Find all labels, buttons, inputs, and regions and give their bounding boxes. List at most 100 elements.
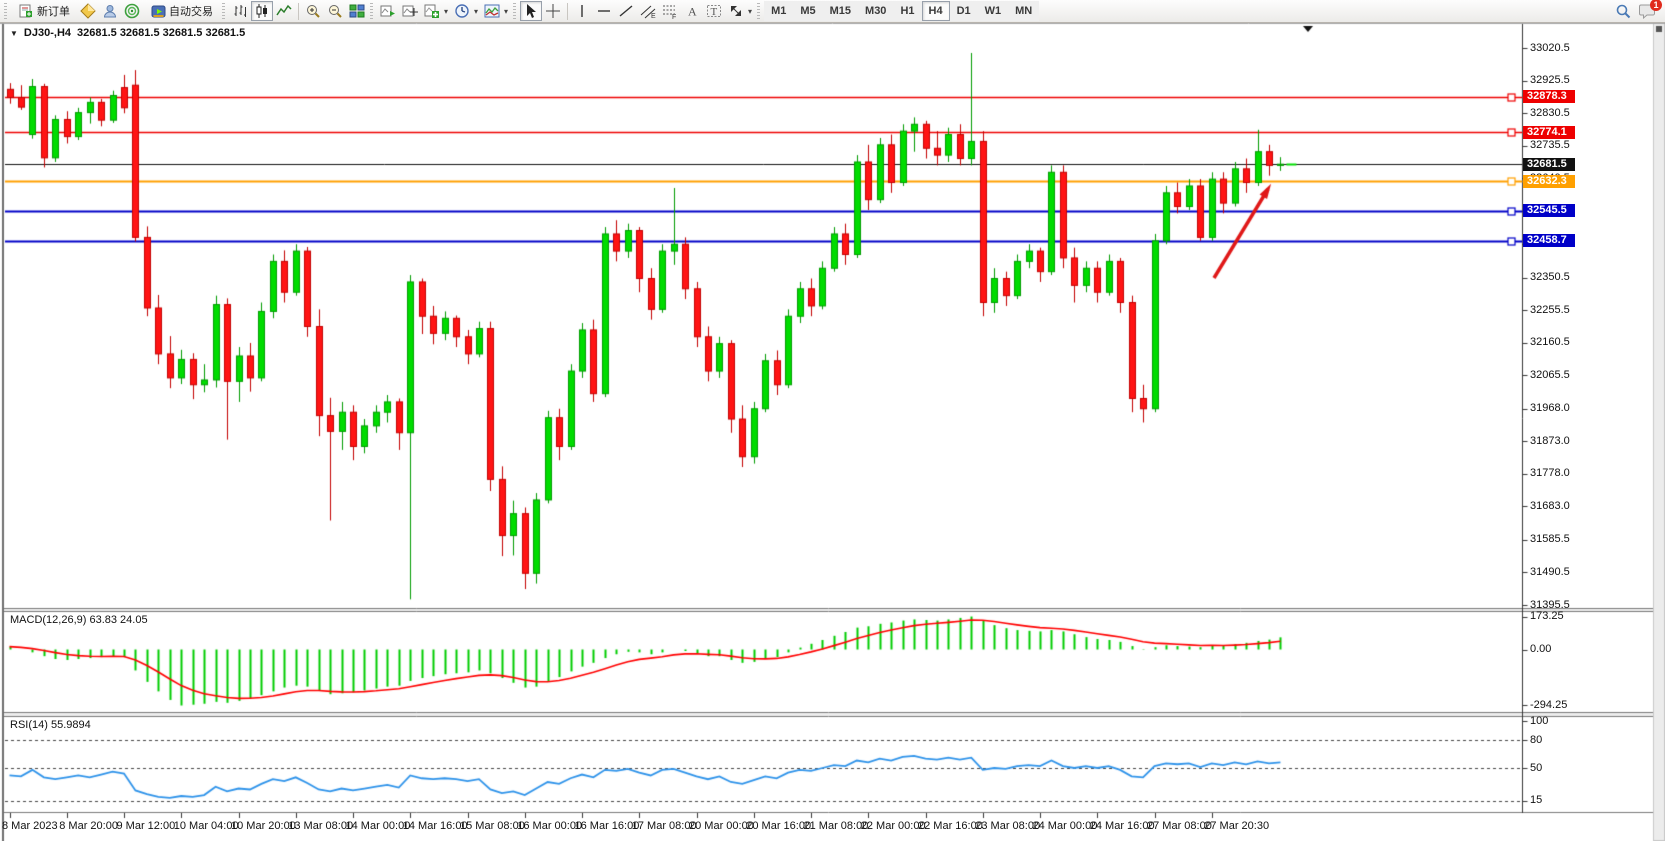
rsi-tick-label: 15: [1530, 794, 1542, 807]
chevron-down-icon: ▾: [444, 7, 448, 16]
auto-trading-label: 自动交易: [169, 3, 213, 19]
chevron-down-icon: ▾: [474, 7, 478, 16]
price-tick-label: 31968.0: [1530, 402, 1570, 415]
svg-text:E: E: [651, 13, 656, 19]
add-indicator-button[interactable]: ▾: [421, 1, 451, 21]
time-axis-label: 20 Mar 00:00: [689, 820, 754, 832]
search-icon[interactable]: [1615, 3, 1631, 19]
toolbar-separator: [567, 3, 568, 20]
toolbar-grip[interactable]: [370, 3, 373, 19]
svg-text:F: F: [672, 14, 676, 19]
chart-ohlc-quote: 32681.5 32681.5 32681.5 32681.5: [77, 27, 245, 39]
profile-icon: [102, 3, 118, 19]
data-window-button[interactable]: [377, 1, 399, 21]
chart-title: ▼ DJ30-,H4 32681.5 32681.5 32681.5 32681…: [10, 27, 245, 39]
toolbar-grip[interactable]: [4, 3, 7, 19]
auto-trading-button[interactable]: 自动交易: [143, 1, 220, 21]
line-chart-button[interactable]: [273, 1, 295, 21]
toolbar-grip[interactable]: [757, 3, 760, 19]
text-label-button[interactable]: T: [703, 1, 725, 21]
time-axis-label: 24 Mar 00:00: [1033, 820, 1098, 832]
timeframe-m5[interactable]: M5: [793, 1, 822, 21]
equidistant-channel-icon: E: [640, 3, 656, 19]
indicator-list-icon: [402, 3, 418, 19]
zoom-in-button[interactable]: [302, 1, 324, 21]
signal-button[interactable]: [121, 1, 143, 21]
arrows-shapes-icon: [728, 3, 744, 19]
crosshair-icon: [545, 3, 561, 19]
timeframe-group: M1M5M15M30H1H4D1W1MN: [764, 1, 1039, 21]
time-axis-label: 14 Mar 00:00: [346, 820, 411, 832]
zoom-out-button[interactable]: [324, 1, 346, 21]
time-axis-label: 27 Mar 20:30: [1204, 820, 1269, 832]
chart-symbol-period: DJ30-,H4: [24, 27, 71, 39]
template-button[interactable]: ▾: [481, 1, 511, 21]
cursor-icon: [523, 3, 539, 19]
fibonacci-icon: F: [662, 3, 678, 19]
chart-menu-icon[interactable]: ▼: [10, 29, 18, 38]
timeframe-m30[interactable]: M30: [858, 1, 893, 21]
time-axis-label: 23 Mar 08:00: [975, 820, 1040, 832]
price-tick-label: 33020.5: [1530, 42, 1570, 55]
price-level-label[interactable]: 32545.5: [1523, 204, 1575, 217]
period-button[interactable]: ▾: [451, 1, 481, 21]
price-level-label[interactable]: 32774.1: [1523, 126, 1575, 139]
price-tick-label: 31873.0: [1530, 435, 1570, 448]
zoom-out-icon: [327, 3, 343, 19]
profile-button[interactable]: [99, 1, 121, 21]
price-tick-label: 31490.5: [1530, 566, 1570, 579]
trendline-icon: [618, 3, 634, 19]
horizontal-line-button[interactable]: [593, 1, 615, 21]
price-level-label[interactable]: 32878.3: [1523, 90, 1575, 103]
timeframe-w1[interactable]: W1: [978, 1, 1009, 21]
vertical-line-button[interactable]: [571, 1, 593, 21]
charts-button[interactable]: [77, 1, 99, 21]
time-axis-label: 15 Mar 08:00: [460, 820, 525, 832]
svg-text:T: T: [711, 6, 718, 18]
price-level-label[interactable]: 32681.5: [1523, 158, 1575, 171]
horizontal-line-icon: [596, 3, 612, 19]
notifications-icon[interactable]: 1: [1637, 3, 1657, 19]
time-axis-label: 10 Mar 20:00: [231, 820, 296, 832]
tile-windows-icon: [349, 3, 365, 19]
price-level-label[interactable]: 32632.3: [1523, 175, 1575, 188]
rsi-tick-label: 100: [1530, 715, 1548, 728]
equidistant-channel-button[interactable]: E: [637, 1, 659, 21]
tile-windows-button[interactable]: [346, 1, 368, 21]
text-button[interactable]: A: [681, 1, 703, 21]
time-axis-label: 16 Mar 16:00: [575, 820, 640, 832]
bar-chart-button[interactable]: [229, 1, 251, 21]
timeframe-mn[interactable]: MN: [1008, 1, 1039, 21]
arrows-shapes-button[interactable]: ▾: [725, 1, 755, 21]
candlestick-chart-button[interactable]: [251, 1, 273, 21]
text-label-icon: T: [706, 3, 722, 19]
crosshair-button[interactable]: [542, 1, 564, 21]
timeframe-d1[interactable]: D1: [950, 1, 978, 21]
chart-canvas[interactable]: [0, 23, 1665, 841]
rsi-tick-label: 50: [1530, 762, 1542, 775]
timeframe-h1[interactable]: H1: [893, 1, 921, 21]
timeframe-m1[interactable]: M1: [764, 1, 793, 21]
time-axis-label: 8 Mar 2023: [2, 820, 58, 832]
new-order-button[interactable]: 新订单: [11, 1, 77, 21]
toolbar-grip[interactable]: [222, 3, 225, 19]
fibonacci-button[interactable]: F: [659, 1, 681, 21]
toolbar-grip[interactable]: [513, 3, 516, 19]
time-axis-label: 9 Mar 12:00: [117, 820, 176, 832]
timeframe-m15[interactable]: M15: [823, 1, 858, 21]
notification-badge: 1: [1650, 0, 1662, 11]
price-level-label[interactable]: 32458.7: [1523, 234, 1575, 247]
rsi-label: RSI(14) 55.9894: [10, 719, 91, 731]
bar-chart-icon: [232, 3, 248, 19]
macd-tick-label: 0.00: [1530, 643, 1551, 656]
indicator-list-button[interactable]: [399, 1, 421, 21]
cursor-button[interactable]: [520, 1, 542, 21]
time-axis-label: 20 Mar 16:00: [746, 820, 811, 832]
timeframe-h4[interactable]: H4: [922, 1, 950, 21]
new-order-icon: [18, 3, 34, 19]
gold-chart-icon: [80, 3, 96, 19]
line-chart-icon: [276, 3, 292, 19]
clock-icon: [454, 3, 470, 19]
trendline-button[interactable]: [615, 1, 637, 21]
price-tick-label: 31778.0: [1530, 467, 1570, 480]
